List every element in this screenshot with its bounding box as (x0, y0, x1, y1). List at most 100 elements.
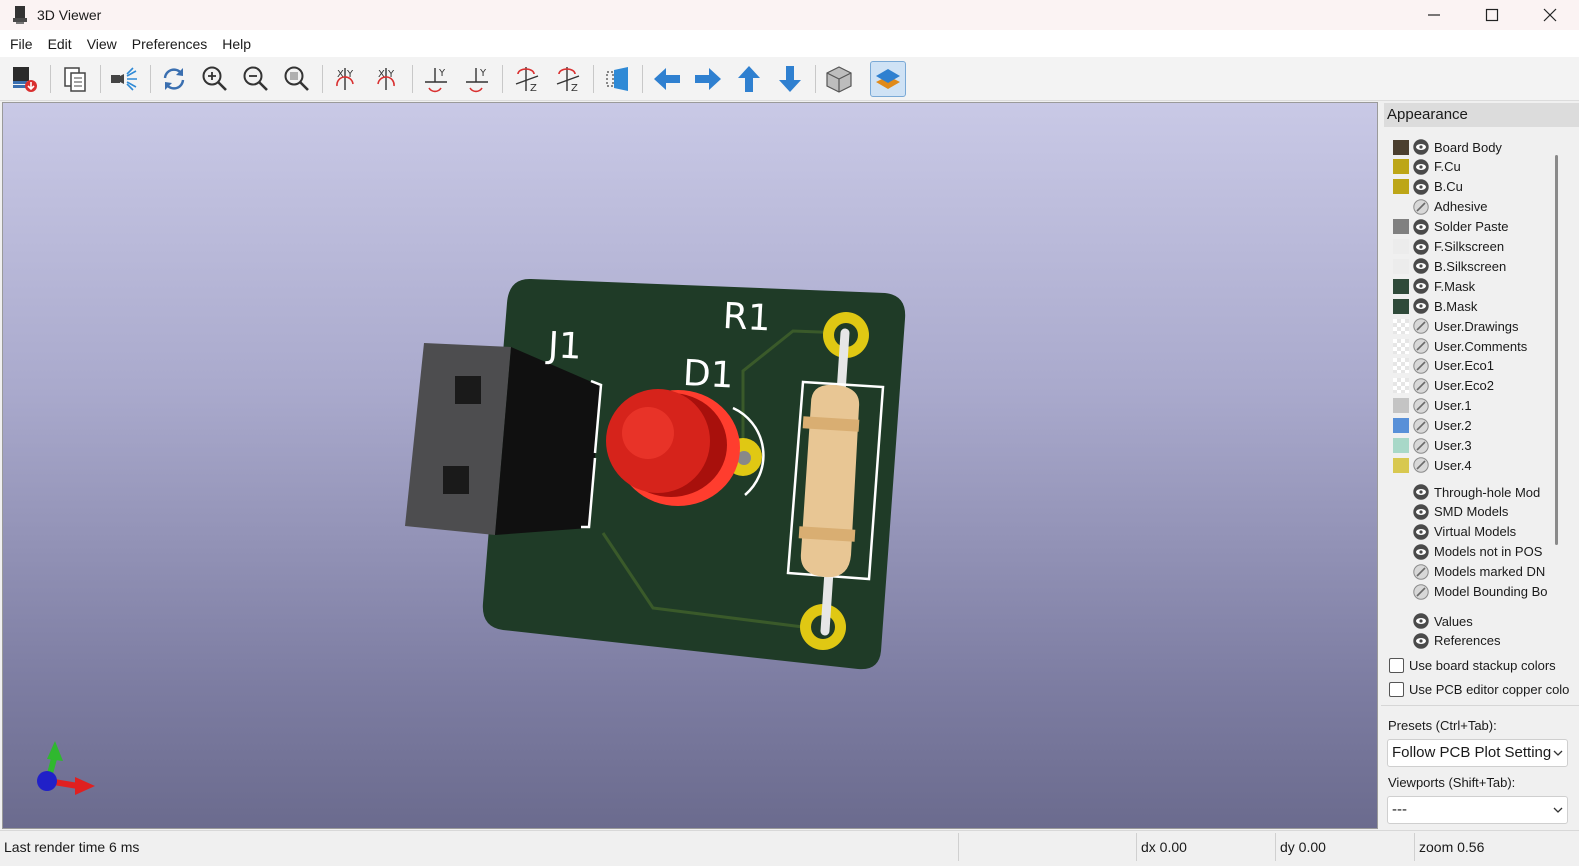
eye-icon[interactable] (1413, 613, 1429, 629)
layer-row[interactable]: User.4 (1381, 455, 1579, 475)
reload-button[interactable] (156, 61, 192, 97)
pan-down-button[interactable] (772, 61, 808, 97)
color-swatch[interactable] (1393, 338, 1409, 354)
minimize-button[interactable] (1405, 0, 1463, 30)
menu-preferences[interactable]: Preferences (126, 36, 213, 52)
panel-scrollbar[interactable] (1555, 155, 1558, 545)
zoom-in-button[interactable] (197, 61, 233, 97)
color-swatch[interactable] (1393, 258, 1409, 274)
board-stackup-colors-checkbox[interactable]: Use board stackup colors (1389, 655, 1556, 675)
eye-icon[interactable] (1413, 179, 1429, 195)
eye-icon[interactable] (1413, 238, 1429, 255)
eye-icon[interactable] (1413, 139, 1429, 155)
model-row[interactable]: Models marked DN (1381, 562, 1579, 582)
flip-board-button[interactable] (599, 61, 635, 97)
layer-row[interactable]: Adhesive (1381, 197, 1579, 217)
layer-row[interactable]: F.Cu (1381, 157, 1579, 177)
color-swatch[interactable] (1393, 457, 1409, 473)
pan-up-button[interactable] (731, 61, 767, 97)
color-swatch[interactable] (1393, 438, 1409, 453)
pan-left-button[interactable] (649, 61, 685, 97)
viewports-dropdown[interactable]: --- (1387, 796, 1568, 824)
color-swatch[interactable] (1393, 378, 1409, 394)
rotate-x-cw-button[interactable]: XY (328, 61, 364, 97)
layer-row[interactable]: Solder Paste (1381, 217, 1579, 237)
layer-row[interactable]: User.3 (1381, 436, 1579, 456)
layer-row[interactable]: F.Silkscreen (1381, 237, 1579, 257)
export-image-button[interactable] (6, 61, 42, 97)
menu-view[interactable]: View (81, 36, 123, 52)
rotate-z-ccw-button[interactable]: Z (550, 61, 586, 97)
eye-icon[interactable] (1413, 484, 1429, 500)
color-swatch[interactable] (1393, 298, 1409, 314)
layer-row[interactable]: Board Body (1381, 137, 1579, 157)
eye-icon[interactable] (1413, 159, 1429, 175)
color-swatch[interactable] (1393, 278, 1409, 294)
zoom-to-fit-button[interactable] (279, 61, 315, 97)
model-row[interactable]: Models not in POS (1381, 542, 1579, 562)
hidden-icon[interactable] (1413, 198, 1429, 215)
text-row[interactable]: Values (1381, 611, 1579, 631)
hidden-icon[interactable] (1413, 358, 1429, 374)
rotate-z-cw-button[interactable]: Z (509, 61, 545, 97)
layer-row[interactable]: User.Eco1 (1381, 356, 1579, 376)
close-button[interactable] (1521, 0, 1579, 30)
3d-viewport[interactable]: J1 D1 R1 (2, 102, 1378, 829)
checkbox-box[interactable] (1389, 681, 1404, 697)
copy-to-clipboard-button[interactable] (57, 61, 93, 97)
zoom-out-button[interactable] (238, 61, 274, 97)
model-row[interactable]: Through-hole Mod (1381, 482, 1579, 502)
maximize-button[interactable] (1463, 0, 1521, 30)
rotate-x-ccw-button[interactable]: XY (369, 61, 405, 97)
eye-icon[interactable] (1413, 258, 1429, 275)
menu-help[interactable]: Help (216, 36, 257, 52)
presets-dropdown[interactable]: Follow PCB Plot Setting (1387, 739, 1568, 767)
hidden-icon[interactable] (1413, 318, 1429, 334)
color-swatch[interactable] (1393, 358, 1409, 374)
color-swatch[interactable] (1393, 159, 1409, 175)
pcb-copper-colors-checkbox[interactable]: Use PCB editor copper colo (1389, 679, 1569, 699)
layer-row[interactable]: User.1 (1381, 396, 1579, 416)
rotate-y-ccw-button[interactable]: Y (459, 61, 495, 97)
hidden-icon[interactable] (1413, 397, 1429, 414)
menu-file[interactable]: File (4, 36, 39, 52)
eye-icon[interactable] (1413, 543, 1429, 560)
layers-manager-button[interactable] (870, 61, 906, 97)
text-row[interactable]: References (1381, 631, 1579, 651)
eye-icon[interactable] (1413, 524, 1429, 540)
color-swatch[interactable] (1393, 418, 1409, 434)
checkbox-box[interactable] (1389, 657, 1404, 673)
layer-row[interactable]: User.Eco2 (1381, 376, 1579, 396)
layer-row[interactable]: B.Cu (1381, 177, 1579, 197)
color-swatch[interactable] (1393, 179, 1409, 195)
hidden-icon[interactable] (1413, 457, 1429, 474)
eye-icon[interactable] (1413, 278, 1429, 294)
color-swatch[interactable] (1393, 239, 1409, 254)
hidden-icon[interactable] (1413, 583, 1429, 600)
eye-icon[interactable] (1413, 218, 1429, 235)
hidden-icon[interactable] (1413, 378, 1429, 394)
hidden-icon[interactable] (1413, 417, 1429, 434)
hidden-icon[interactable] (1413, 437, 1429, 454)
color-swatch[interactable] (1393, 318, 1409, 334)
rotate-y-cw-button[interactable]: Y (418, 61, 454, 97)
model-row[interactable]: SMD Models (1381, 502, 1579, 522)
hidden-icon[interactable] (1413, 338, 1429, 354)
model-row[interactable]: Virtual Models (1381, 522, 1579, 542)
pan-right-button[interactable] (690, 61, 726, 97)
layer-row[interactable]: User.2 (1381, 416, 1579, 436)
menu-edit[interactable]: Edit (42, 36, 78, 52)
eye-icon[interactable] (1413, 504, 1429, 520)
layer-row[interactable]: F.Mask (1381, 276, 1579, 296)
layer-row[interactable]: User.Drawings (1381, 316, 1579, 336)
raytracing-button[interactable] (106, 61, 142, 97)
eye-icon[interactable] (1413, 298, 1429, 314)
layer-row[interactable]: B.Silkscreen (1381, 256, 1579, 276)
color-swatch[interactable] (1393, 398, 1409, 414)
color-swatch[interactable] (1393, 219, 1409, 235)
orthographic-button[interactable] (821, 61, 857, 97)
color-swatch[interactable] (1393, 139, 1409, 155)
eye-icon[interactable] (1413, 633, 1429, 649)
layer-row[interactable]: User.Comments (1381, 336, 1579, 356)
model-row[interactable]: Model Bounding Bo (1381, 582, 1579, 602)
